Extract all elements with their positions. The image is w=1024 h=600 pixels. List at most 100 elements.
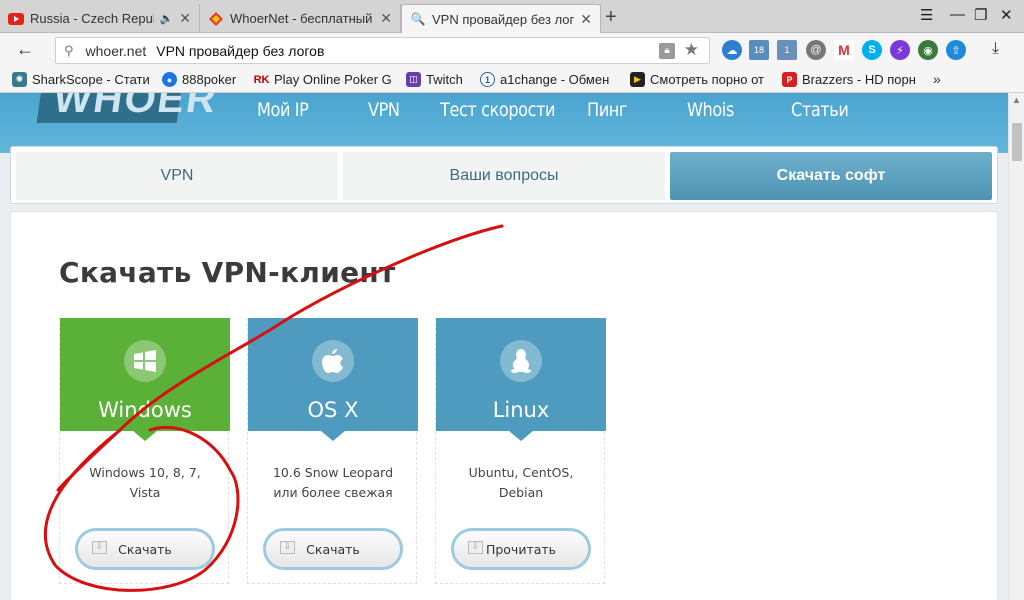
tab-title: VPN провайдер без логов — [432, 11, 575, 27]
gmail-icon[interactable]: M — [834, 40, 854, 60]
windows-icon — [124, 340, 166, 382]
desc-line: 10.6 Snow Leopard — [272, 465, 394, 480]
bookmark-888poker[interactable]: ● 888poker — [162, 72, 252, 87]
card-os-name: OS X — [307, 398, 359, 422]
twitch-icon: ◫ — [406, 72, 421, 87]
tab-title: WhoerNet - бесплатный VP — [230, 11, 374, 26]
browser-tab-2[interactable]: WhoerNet - бесплатный VP ✕ — [200, 4, 401, 33]
card-windows: Windows Windows 10, 8, 7, Vista ⇩ Скачать — [59, 318, 230, 584]
calendar-badge: 18 — [753, 45, 764, 55]
search-icon: ⚲ — [64, 42, 74, 58]
a1change-icon: 1 — [480, 72, 495, 87]
rk-icon: RK — [254, 73, 270, 86]
card-linux: Linux Ubuntu, CentOS, Debian ⇩ Прочитать — [435, 318, 606, 584]
site-nav: Мой IP VPN Тест скорости Пинг Whois Стат… — [0, 99, 1008, 129]
desc-line: Ubuntu, CentOS, — [468, 465, 574, 480]
button-label: Прочитать — [485, 541, 557, 557]
download-icon: ⇩ — [92, 541, 107, 554]
nav-vpn[interactable]: VPN — [368, 99, 400, 121]
nav-speed-test[interactable]: Тест скорости — [440, 99, 556, 121]
close-window-icon[interactable]: ✕ — [1000, 6, 1013, 24]
mail-extension-icon[interactable]: 1 — [777, 40, 797, 60]
desc-line: или более свежая — [273, 485, 393, 500]
speaker-icon[interactable]: 🔈 — [160, 12, 174, 25]
card-os-name: Windows — [98, 398, 192, 422]
bookmark-label: Twitch — [426, 72, 463, 87]
download-icon: ⇩ — [280, 541, 295, 554]
bookmarks-more-button[interactable]: » — [933, 71, 941, 87]
shark-icon: ✺ — [12, 72, 27, 87]
calendar-extension-icon[interactable]: 18 — [749, 40, 769, 60]
button-label: Скачать — [118, 541, 172, 557]
close-icon[interactable]: ✕ — [580, 11, 592, 28]
bookmark-label: SharkScope - Стати — [32, 72, 150, 87]
globe-extension-icon[interactable]: ◉ — [918, 40, 938, 60]
url-domain: whoer.net — [85, 42, 147, 59]
bookmark-porn-1[interactable]: ▶ Смотреть порно от — [630, 72, 768, 87]
url-page-title: VPN провайдер без логов — [156, 42, 325, 59]
bookmark-label: a1change - Обмен — [500, 72, 610, 87]
cloud-extension-icon[interactable]: ☁ — [722, 40, 742, 60]
card-description: Ubuntu, CentOS, Debian — [436, 463, 606, 503]
new-tab-button[interactable]: + — [605, 6, 617, 29]
bookmark-twitch[interactable]: ◫ Twitch — [406, 72, 476, 87]
brazzers-icon: P — [782, 72, 797, 87]
search-icon: 🔍 — [410, 12, 426, 26]
bookmark-label: Play Online Poker G — [274, 72, 392, 87]
web-page: WHOER Мой IP VPN Тест скорости Пинг Whoi… — [0, 93, 1008, 600]
close-icon[interactable]: ✕ — [380, 10, 392, 27]
bookmark-brazzers[interactable]: P Brazzers - HD порн — [782, 72, 920, 87]
page-scrollbar[interactable]: ▲ — [1008, 93, 1024, 600]
nav-articles[interactable]: Статьи — [791, 99, 849, 121]
restore-icon[interactable]: ❐ — [974, 6, 987, 24]
minimize-icon[interactable]: — — [950, 6, 965, 23]
card-header: Windows — [60, 318, 230, 441]
address-bar[interactable]: ⚲ whoer.net VPN провайдер без логов 🔒︎ ★ — [55, 37, 710, 64]
desc-line: Vista — [129, 485, 161, 500]
nav-whois[interactable]: Whois — [687, 99, 734, 121]
lightning-extension-icon[interactable]: ⚡ — [890, 40, 910, 60]
close-icon[interactable]: ✕ — [179, 10, 191, 27]
bookmark-play-poker[interactable]: RK Play Online Poker G — [254, 72, 394, 87]
skype-icon[interactable]: S — [862, 40, 882, 60]
desc-line: Debian — [498, 485, 544, 500]
youtube-icon — [8, 11, 24, 27]
card-description: 10.6 Snow Leopard или более свежая — [248, 463, 418, 503]
star-icon[interactable]: ★ — [684, 40, 699, 60]
card-description: Windows 10, 8, 7, Vista — [60, 463, 230, 503]
browser-tab-3[interactable]: 🔍 VPN провайдер без логов ✕ — [401, 4, 601, 33]
scroll-up-arrow-icon[interactable]: ▲ — [1012, 95, 1021, 105]
back-arrow-icon[interactable]: ← — [16, 39, 34, 60]
tab-vpn[interactable]: VPN — [16, 152, 338, 200]
section-tabs: VPN Ваши вопросы Скачать софт — [10, 146, 998, 204]
bookmark-a1change[interactable]: 1 a1change - Обмен — [480, 72, 618, 87]
read-linux-button[interactable]: ⇩ Прочитать — [451, 528, 591, 570]
card-header: Linux — [436, 318, 606, 441]
bookmark-label: Brazzers - HD порн — [802, 72, 916, 87]
menu-icon[interactable]: ☰ — [920, 6, 933, 24]
bookmark-sharkscope[interactable]: ✺ SharkScope - Стати — [12, 72, 152, 87]
download-section: Скачать VPN-клиент Windows Windows 10, 8… — [10, 211, 998, 600]
card-osx: OS X 10.6 Snow Leopard или более свежая ⇩… — [247, 318, 418, 584]
bookmark-label: 888poker — [182, 72, 237, 87]
scrollbar-thumb[interactable] — [1012, 123, 1022, 161]
download-windows-button[interactable]: ⇩ Скачать — [75, 528, 215, 570]
download-icon[interactable]: ⤓ — [992, 40, 999, 58]
tab-faq[interactable]: Ваши вопросы — [343, 152, 665, 200]
at-extension-icon[interactable]: @ — [806, 40, 826, 60]
lock-icon[interactable]: 🔒︎ — [659, 43, 675, 59]
download-icon: ⇩ — [468, 541, 483, 554]
button-label: Скачать — [306, 541, 360, 557]
card-os-name: Linux — [492, 398, 550, 422]
download-osx-button[interactable]: ⇩ Скачать — [263, 528, 403, 570]
browser-tab-bar: Russia - Czech Republ 🔈 ✕ WhoerNet - бес… — [0, 0, 1024, 33]
play-icon: ▶ — [630, 72, 645, 87]
tab-title: Russia - Czech Republ — [30, 11, 154, 26]
nav-my-ip[interactable]: Мой IP — [257, 99, 309, 121]
nav-ping[interactable]: Пинг — [587, 99, 627, 121]
cloud-upload-icon[interactable]: ⇧ — [946, 40, 966, 60]
browser-tab-1[interactable]: Russia - Czech Republ 🔈 ✕ — [0, 4, 200, 33]
bookmark-label: Смотреть порно от — [650, 72, 765, 87]
tab-download-software[interactable]: Скачать софт — [670, 152, 992, 200]
whoer-icon — [208, 11, 224, 27]
